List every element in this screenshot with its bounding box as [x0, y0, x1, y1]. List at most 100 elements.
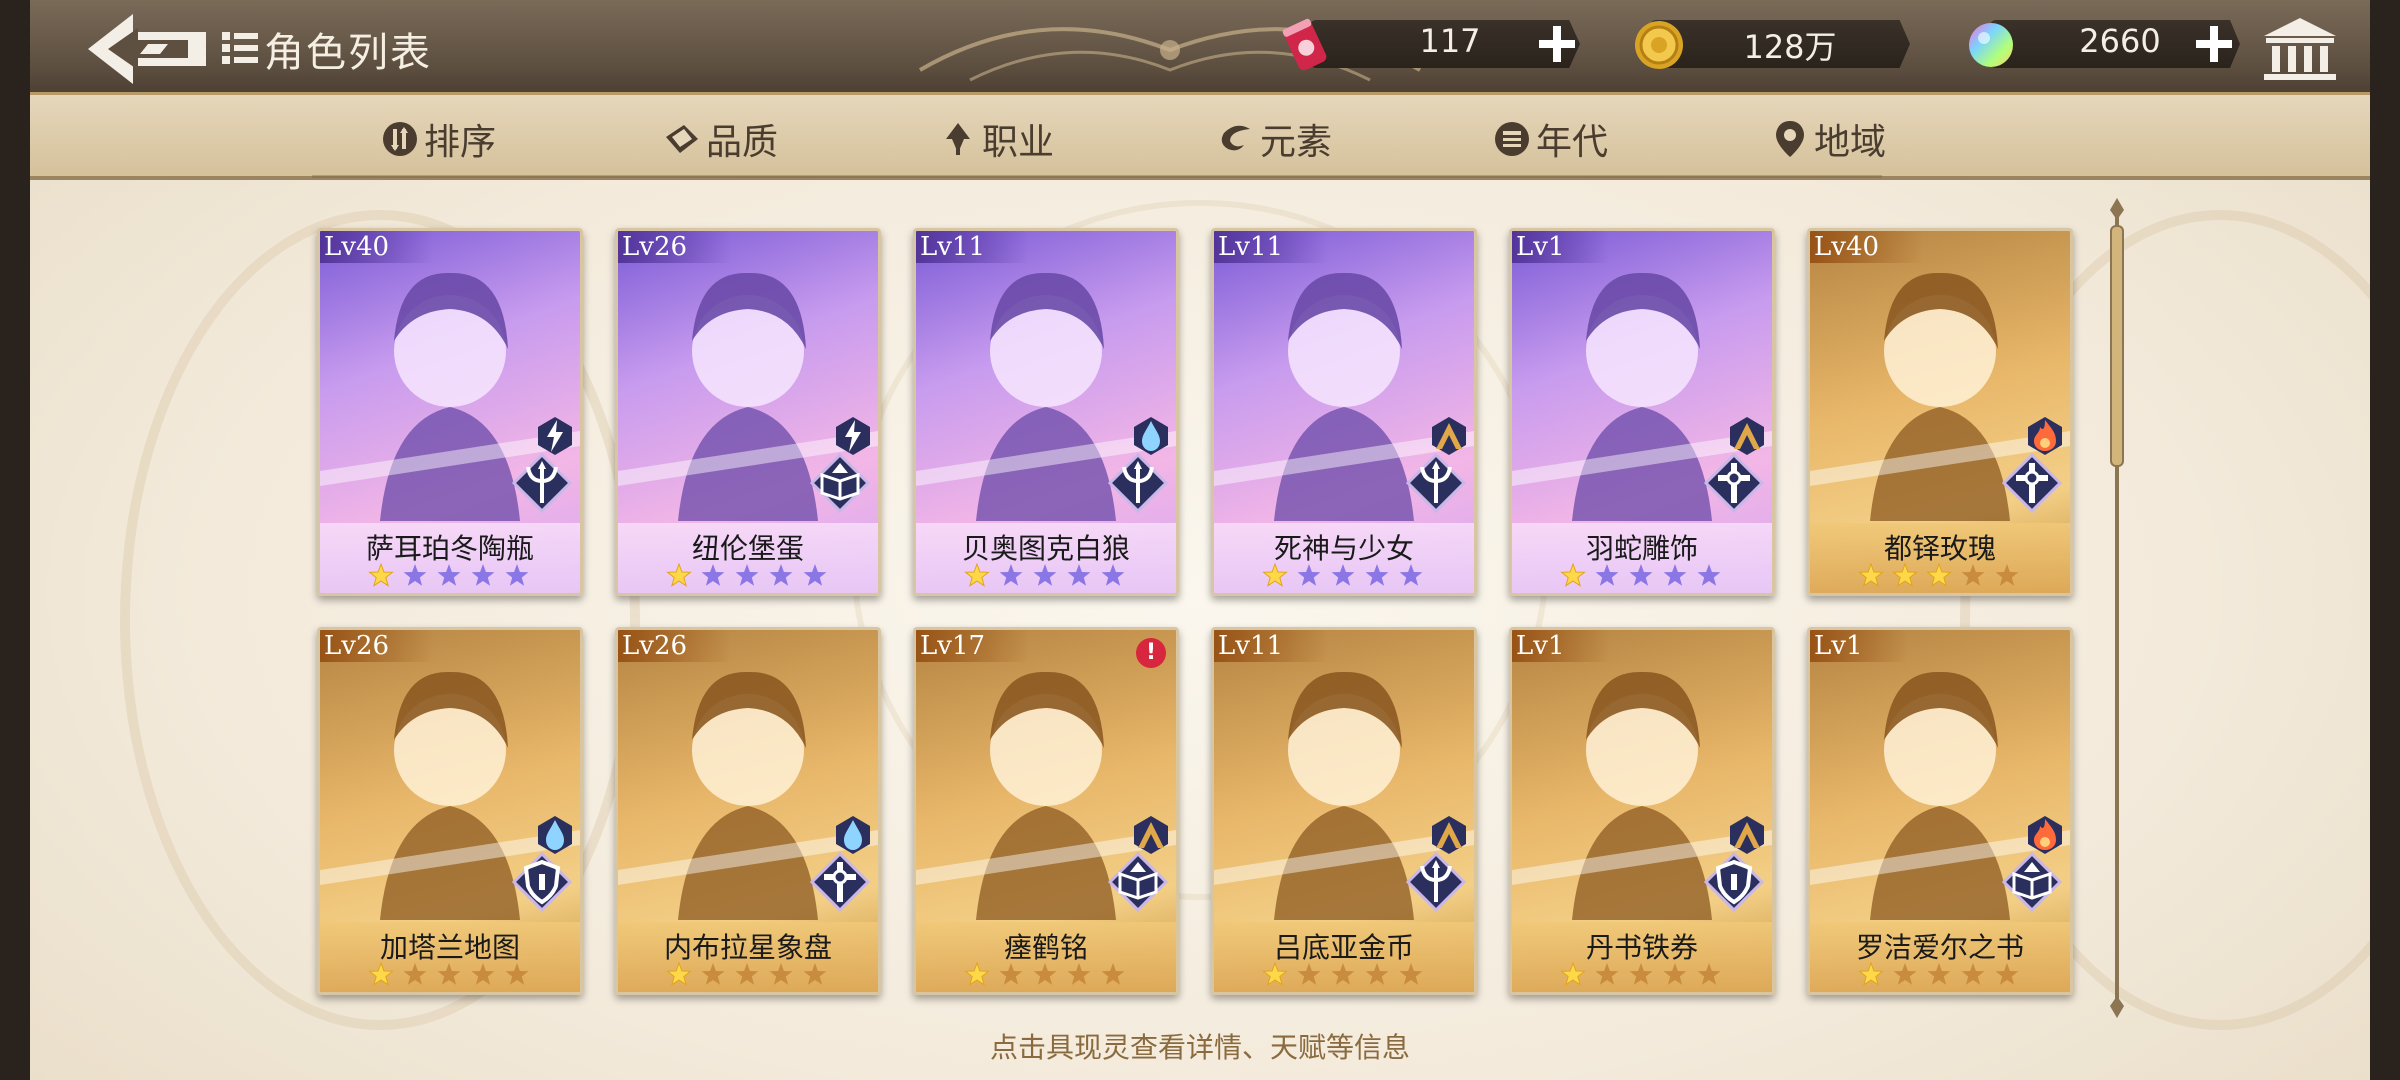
tab-profession[interactable]: 职业 — [938, 113, 1054, 165]
level-label: Lv40 — [1810, 231, 1924, 263]
region-icon — [1776, 121, 1804, 157]
star-empty-icon — [803, 564, 827, 586]
character-name: 贝奥图克白狼 — [961, 532, 1130, 565]
alert-badge: ! — [1136, 638, 1166, 668]
top-bar: 角色列表 117 128万 2660 — [30, 0, 2370, 95]
star-rating — [368, 962, 529, 986]
star-filled-icon — [1892, 563, 1918, 587]
name-plate: 贝奥图克白狼 — [916, 523, 1176, 593]
energy-value: 117 — [1419, 22, 1481, 60]
star-empty-icon — [1961, 564, 1985, 586]
character-card[interactable]: Lv11 死神与少女 — [1211, 228, 1477, 596]
tab-sort-label: 排序 — [424, 122, 497, 163]
earth-icon — [1730, 816, 1764, 854]
tab-quality[interactable]: 品质 — [662, 113, 778, 165]
star-filled-icon — [368, 962, 394, 986]
star-empty-icon — [735, 963, 759, 985]
star-empty-icon — [999, 564, 1023, 586]
character-card[interactable]: Lv1 羽蛇雕饰 — [1509, 228, 1775, 596]
tab-region-label: 地域 — [1814, 122, 1887, 163]
character-card[interactable]: Lv11 贝奥图克白狼 — [913, 228, 1179, 596]
star-empty-icon — [1595, 963, 1619, 985]
character-card[interactable]: Lv11 吕底亚金币 — [1211, 627, 1477, 995]
main-frame: 角色列表 117 128万 2660 排序 品质 职业 元素 年代 地域 Lv4… — [30, 0, 2370, 1080]
earth-icon — [1432, 816, 1466, 854]
star-filled-icon — [964, 962, 990, 986]
star-empty-icon — [1033, 963, 1057, 985]
tab-element[interactable]: 元素 — [1216, 113, 1332, 165]
star-empty-icon — [1033, 564, 1057, 586]
tab-element-label: 元素 — [1260, 122, 1333, 163]
lightning-icon — [836, 417, 870, 455]
star-empty-icon — [437, 564, 461, 586]
character-card[interactable]: Lv1 罗洁爱尔之书 — [1807, 627, 2073, 995]
museum-icon[interactable] — [2260, 16, 2340, 84]
name-plate: 丹书铁券 — [1512, 922, 1772, 992]
name-plate: 羽蛇雕饰 — [1512, 523, 1772, 593]
name-plate: 瘗鹤铭 — [916, 922, 1176, 992]
character-name: 丹书铁券 — [1585, 931, 1698, 964]
character-card[interactable]: Lv40 萨耳珀冬陶瓶 — [317, 228, 583, 596]
name-plate: 内布拉星象盘 — [618, 922, 878, 992]
back-button[interactable] — [88, 14, 206, 84]
star-empty-icon — [1297, 564, 1321, 586]
add-energy-button[interactable] — [1535, 22, 1579, 66]
star-empty-icon — [769, 963, 793, 985]
tab-era[interactable]: 年代 — [1492, 113, 1608, 165]
character-card[interactable]: Lv1 丹书铁券 — [1509, 627, 1775, 995]
star-filled-icon — [1926, 563, 1952, 587]
name-plate: 纽伦堡蛋 — [618, 523, 878, 593]
gold-value: 128万 — [1743, 28, 1837, 66]
water-drop-icon — [538, 816, 572, 854]
shield-icon — [1704, 852, 1764, 912]
character-card[interactable]: Lv17 瘗鹤铭! — [913, 627, 1179, 995]
tab-quality-label: 品质 — [706, 122, 779, 163]
character-name: 罗洁爱尔之书 — [1855, 931, 2024, 964]
fire-icon — [2028, 816, 2062, 854]
star-empty-icon — [1399, 963, 1423, 985]
star-rating — [1560, 962, 1721, 986]
tab-region[interactable]: 地域 — [1770, 113, 1886, 165]
tab-era-label: 年代 — [1536, 122, 1609, 163]
level-label: Lv26 — [618, 630, 732, 662]
star-empty-icon — [1697, 564, 1721, 586]
list-menu-icon — [222, 32, 258, 64]
add-gem-button[interactable] — [2192, 22, 2236, 66]
hint-text: 点击具现灵查看详情、天赋等信息 — [989, 1031, 1410, 1064]
character-card[interactable]: Lv26 加塔兰地图 — [317, 627, 583, 995]
star-empty-icon — [1297, 963, 1321, 985]
gem-value: 2660 — [2079, 22, 2161, 60]
star-filled-icon — [1262, 962, 1288, 986]
character-card[interactable]: Lv26 纽伦堡蛋 — [615, 228, 881, 596]
star-rating — [1262, 563, 1423, 587]
scrollbar[interactable] — [2102, 198, 2132, 1018]
star-empty-icon — [1663, 963, 1687, 985]
star-empty-icon — [1629, 963, 1653, 985]
character-card[interactable]: Lv40 都铎玫瑰 — [1807, 228, 2073, 596]
star-filled-icon — [368, 563, 394, 587]
lightning-icon — [538, 417, 572, 455]
book-icon — [2002, 852, 2062, 912]
book-icon — [810, 453, 870, 513]
level-label: Lv11 — [916, 231, 1030, 263]
character-name: 死神与少女 — [1273, 532, 1414, 565]
star-empty-icon — [437, 963, 461, 985]
star-empty-icon — [803, 963, 827, 985]
star-empty-icon — [1995, 963, 2019, 985]
character-card[interactable]: Lv26 内布拉星象盘 — [615, 627, 881, 995]
star-filled-icon — [1262, 563, 1288, 587]
star-empty-icon — [1893, 963, 1917, 985]
star-empty-icon — [1365, 963, 1389, 985]
character-name: 萨耳珀冬陶瓶 — [365, 532, 534, 565]
tab-sort[interactable]: 排序 — [380, 113, 496, 165]
cross-icon — [1704, 453, 1764, 513]
star-empty-icon — [1101, 963, 1125, 985]
star-empty-icon — [1331, 564, 1355, 586]
star-empty-icon — [1101, 564, 1125, 586]
star-rating — [964, 563, 1125, 587]
star-empty-icon — [471, 963, 495, 985]
star-empty-icon — [1663, 564, 1687, 586]
energy-drink-icon — [1282, 18, 1327, 71]
star-empty-icon — [1067, 564, 1091, 586]
element-icon — [1221, 125, 1250, 151]
